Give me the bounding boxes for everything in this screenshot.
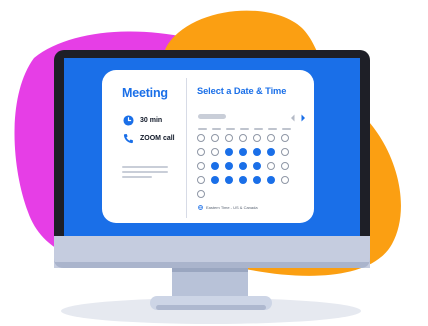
unavailable-date bbox=[197, 190, 205, 198]
chevron-left-icon bbox=[291, 114, 295, 122]
unavailable-date bbox=[281, 148, 289, 156]
month-label-placeholder bbox=[198, 114, 226, 119]
available-date-button[interactable] bbox=[211, 162, 219, 170]
event-details-pane: Meeting 30 min ZOOM call bbox=[102, 70, 186, 223]
weekday-label bbox=[282, 128, 291, 130]
location-row: ZOOM call bbox=[123, 131, 175, 145]
timezone-row[interactable]: Eastern Time - US & Canada bbox=[198, 205, 258, 210]
timezone-label: Eastern Time - US & Canada bbox=[206, 205, 258, 210]
event-title: Meeting bbox=[122, 86, 168, 100]
unavailable-date bbox=[225, 134, 233, 142]
weekday-label bbox=[240, 128, 249, 130]
unavailable-date bbox=[281, 176, 289, 184]
available-date-button[interactable] bbox=[239, 176, 247, 184]
available-date-button[interactable] bbox=[239, 148, 247, 156]
available-date-button[interactable] bbox=[225, 176, 233, 184]
stand-base-front bbox=[156, 305, 266, 310]
scheduler-card: Meeting 30 min ZOOM call Select a Date &… bbox=[102, 70, 314, 223]
unavailable-date bbox=[197, 134, 205, 142]
unavailable-date bbox=[281, 134, 289, 142]
unavailable-date bbox=[281, 162, 289, 170]
text-placeholder-line bbox=[122, 166, 168, 168]
location-label: ZOOM call bbox=[140, 134, 175, 142]
phone-icon bbox=[123, 133, 133, 143]
calendar-grid bbox=[197, 134, 290, 199]
available-date-button[interactable] bbox=[239, 162, 247, 170]
date-picker-title: Select a Date & Time bbox=[197, 86, 287, 96]
unavailable-date bbox=[211, 148, 219, 156]
globe-icon bbox=[198, 205, 203, 210]
unavailable-date bbox=[197, 162, 205, 170]
unavailable-date bbox=[197, 148, 205, 156]
available-date-button[interactable] bbox=[225, 148, 233, 156]
available-date-button[interactable] bbox=[253, 176, 261, 184]
unavailable-date bbox=[211, 134, 219, 142]
weekday-label bbox=[268, 128, 277, 130]
available-date-button[interactable] bbox=[211, 176, 219, 184]
month-navigation bbox=[289, 111, 307, 122]
available-date-button[interactable] bbox=[267, 148, 275, 156]
available-date-button[interactable] bbox=[225, 162, 233, 170]
duration-row: 30 min bbox=[123, 113, 162, 127]
available-date-button[interactable] bbox=[253, 162, 261, 170]
date-picker-pane: Select a Date & Time Eastern Time - US &… bbox=[187, 70, 314, 223]
weekday-label bbox=[212, 128, 221, 130]
unavailable-date bbox=[267, 162, 275, 170]
next-month-button[interactable] bbox=[299, 111, 307, 122]
weekday-label bbox=[198, 128, 207, 130]
text-placeholder-line bbox=[122, 176, 152, 178]
chevron-right-icon bbox=[301, 114, 305, 122]
available-date-button[interactable] bbox=[253, 148, 261, 156]
text-placeholder-line bbox=[122, 171, 168, 173]
weekday-label bbox=[226, 128, 235, 130]
unavailable-date bbox=[267, 134, 275, 142]
weekday-label bbox=[254, 128, 263, 130]
previous-month-button[interactable] bbox=[289, 111, 297, 122]
weekday-header bbox=[198, 128, 291, 130]
unavailable-date bbox=[253, 134, 261, 142]
unavailable-date bbox=[239, 134, 247, 142]
unavailable-date bbox=[197, 176, 205, 184]
clock-icon bbox=[123, 114, 134, 126]
available-date-button[interactable] bbox=[267, 176, 275, 184]
duration-label: 30 min bbox=[140, 116, 163, 124]
